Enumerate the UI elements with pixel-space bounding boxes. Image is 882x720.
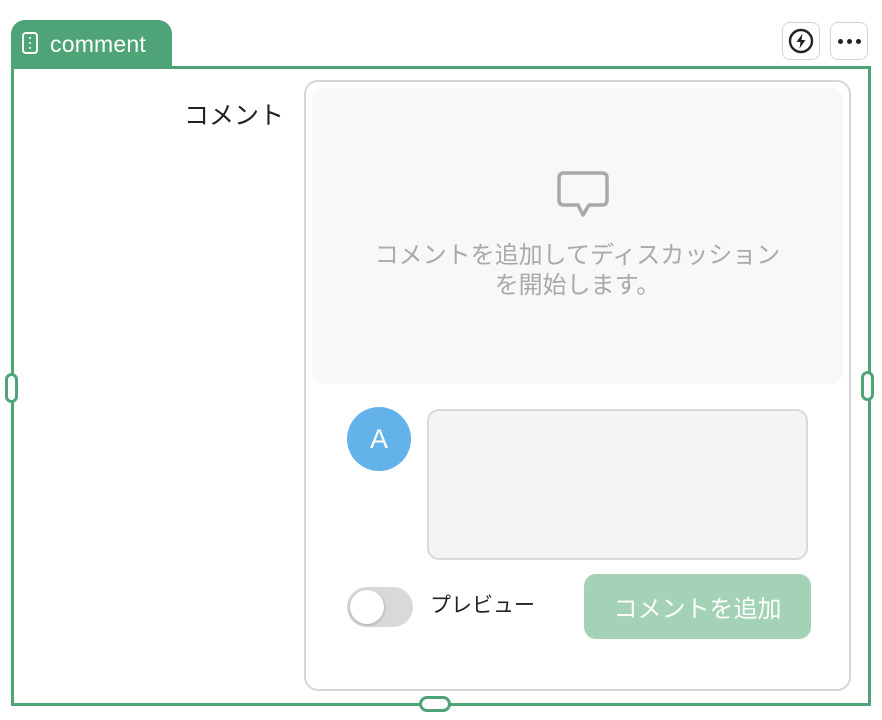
more-options-button[interactable]: [830, 22, 868, 60]
empty-message-line-1: コメントを追加してディスカッション: [374, 241, 781, 269]
field-label: コメント: [183, 101, 284, 130]
resize-handle-bottom[interactable]: [419, 696, 451, 712]
avatar-initial: A: [369, 423, 388, 454]
comments-empty-state: コメントを追加してディスカッション を開始します。: [312, 88, 843, 384]
toggle-knob: [350, 590, 384, 624]
speech-bubble-icon: [557, 171, 609, 217]
widget-type-label: comment: [50, 31, 146, 57]
preview-label: プレビュー: [430, 593, 535, 617]
comment-widget-canvas: comment コメント コメントを追加してディスカッション を開始します。 A…: [0, 0, 882, 720]
resize-handle-right[interactable]: [861, 371, 874, 401]
empty-state-message: コメントを追加してディスカッション を開始します。: [332, 240, 823, 300]
automation-button[interactable]: [782, 22, 820, 60]
resize-handle-left[interactable]: [5, 373, 18, 403]
more-dots-icon: [837, 38, 861, 44]
form-field-icon: [22, 32, 38, 54]
preview-toggle[interactable]: [347, 587, 413, 627]
widget-type-tag[interactable]: comment: [11, 20, 172, 68]
add-comment-button[interactable]: コメントを追加: [584, 574, 811, 639]
comment-panel: コメントを追加してディスカッション を開始します。 A プレビュー コメントを追…: [304, 80, 851, 691]
empty-message-line-2: を開始します。: [494, 271, 661, 299]
lightning-icon: [788, 28, 814, 54]
comment-input[interactable]: [427, 409, 808, 560]
avatar: A: [347, 407, 411, 471]
